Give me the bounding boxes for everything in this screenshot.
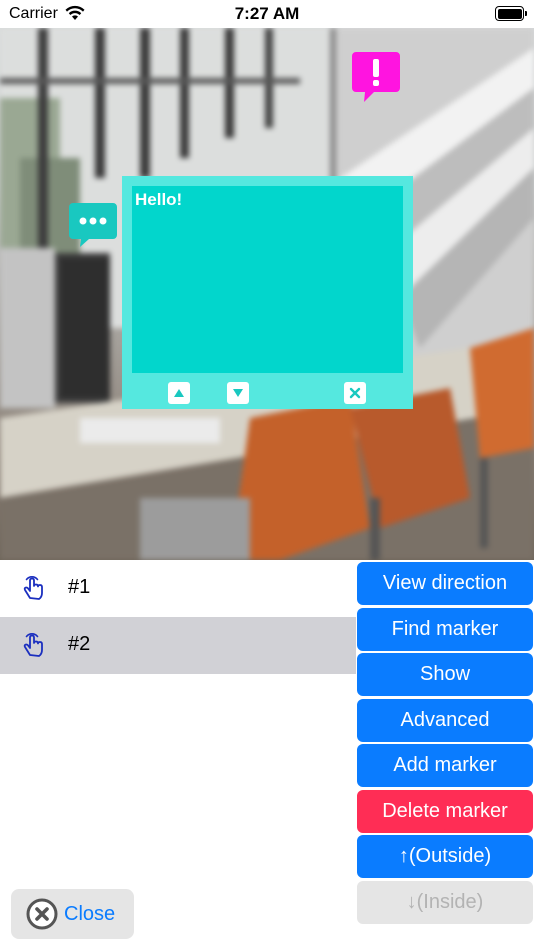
hand-tap-icon <box>23 633 43 657</box>
battery-icon <box>495 6 524 21</box>
view-direction-button[interactable]: View direction <box>357 562 533 605</box>
list-item-label: #1 <box>68 576 91 598</box>
show-button[interactable]: Show <box>357 653 533 696</box>
close-circle-icon <box>26 898 58 930</box>
find-marker-button[interactable]: Find marker <box>357 607 533 651</box>
marker-popup: Hello! <box>122 176 413 409</box>
move-down-button[interactable] <box>227 382 249 404</box>
move-inside-button: ↓(Inside) <box>357 880 533 924</box>
popup-text: Hello! <box>135 190 183 209</box>
chat-marker-icon[interactable] <box>69 203 117 247</box>
battery-tip <box>525 11 527 16</box>
clock: 7:27 AM <box>234 4 300 23</box>
close-label: Close <box>64 903 116 925</box>
add-marker-button[interactable]: Add marker <box>357 744 533 787</box>
alert-marker-icon[interactable] <box>352 52 400 102</box>
popup-text-area[interactable]: Hello! <box>132 186 403 373</box>
move-up-button[interactable] <box>168 382 190 404</box>
marker-list: #1 #2 <box>0 560 356 674</box>
triangle-up-icon <box>174 389 184 397</box>
close-icon <box>349 387 361 399</box>
status-bar: Carrier 7:27 AM <box>0 0 534 28</box>
hand-tap-icon <box>23 576 43 600</box>
triangle-down-icon <box>233 389 243 397</box>
list-item[interactable]: #2 <box>0 617 356 674</box>
advanced-button[interactable]: Advanced <box>357 698 533 742</box>
list-item-label: #2 <box>68 633 91 655</box>
close-button[interactable]: Close <box>11 889 134 939</box>
move-outside-button[interactable]: ↑(Outside) <box>357 835 533 878</box>
list-item[interactable]: #1 <box>0 560 356 617</box>
delete-marker-button[interactable]: Delete marker <box>357 789 533 833</box>
popup-close-button[interactable] <box>344 382 366 404</box>
